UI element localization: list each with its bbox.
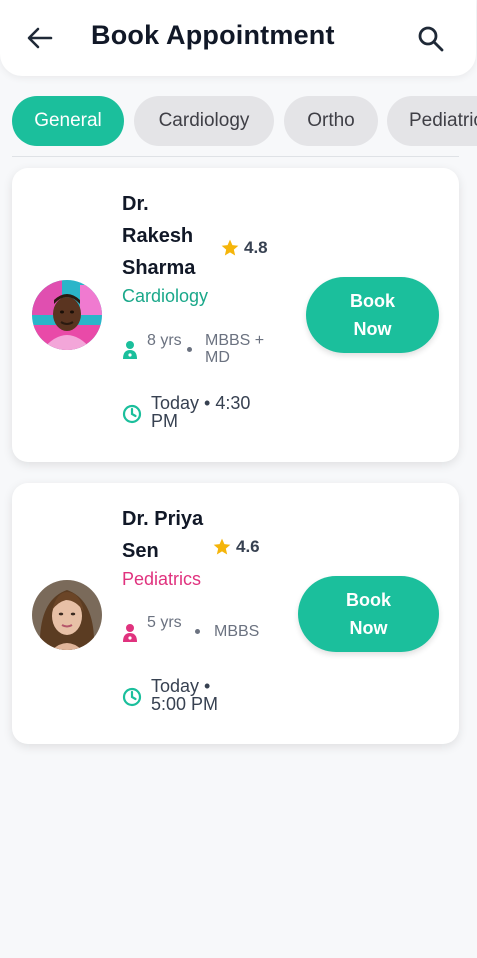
clock-icon [122,687,142,707]
specialty: Cardiology [122,286,209,306]
experience: 5 yrs [147,614,182,631]
doctor-card[interactable]: Dr. Rakesh Sharma 4.8 Cardiology 8 yrs M… [12,168,459,462]
arrow-left-icon [27,27,53,49]
search-icon [418,26,444,52]
book-now-button[interactable]: Book Now [306,277,439,353]
app-header: Book Appointment [0,0,476,76]
rating: 4.6 [212,537,260,557]
back-button[interactable] [24,22,56,54]
doctor-icon [123,341,137,359]
clock-icon [122,404,142,424]
experience: 8 yrs [147,332,182,349]
avatar [32,280,102,350]
page-title: Book Appointment [91,20,335,50]
specialty: Pediatrics [122,569,202,589]
avatar [32,580,102,650]
chip-ortho[interactable]: Ortho [284,96,378,146]
doctor-icon [123,624,137,642]
rating-value: 4.8 [244,238,268,257]
separator-dot [195,629,200,634]
chip-cardiology[interactable]: Cardiology [134,96,274,146]
availability: Today • 5:00 PM [151,676,219,714]
separator-dot [187,347,192,352]
degree: MBBS [214,623,260,640]
doctor-name: Dr. Priya Sen [122,508,204,562]
doctor-name: Dr. Rakesh Sharma [122,193,196,279]
star-icon [221,239,239,256]
chip-pediatrics[interactable]: Pediatrics [387,96,477,146]
chip-general[interactable]: General [12,96,124,146]
divider [12,156,459,157]
category-filter-bar: General Cardiology Ortho Pediatrics [0,96,477,146]
star-icon [213,538,231,555]
degree: MBBS + MD [205,332,265,366]
doctor-card[interactable]: Dr. Priya Sen 4.6 Pediatrics 5 yrs MBBS … [12,483,459,744]
availability: Today • 4:30 PM [151,393,251,431]
rating-value: 4.6 [236,537,260,556]
book-now-button[interactable]: Book Now [298,576,439,652]
rating: 4.8 [220,238,268,258]
search-button[interactable] [414,22,448,56]
